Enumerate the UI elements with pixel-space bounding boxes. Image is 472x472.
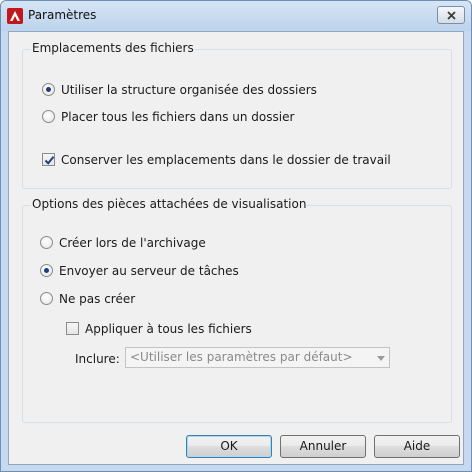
file-locations-group: Emplacements des fichiers Utiliser la st… bbox=[22, 41, 452, 189]
radio-button[interactable] bbox=[40, 292, 53, 305]
radio-button[interactable] bbox=[42, 110, 55, 123]
close-icon bbox=[447, 11, 456, 20]
radio-do-not-create-label: Ne pas créer bbox=[59, 292, 136, 306]
radio-button-selected[interactable] bbox=[42, 83, 55, 96]
checkbox[interactable] bbox=[66, 322, 79, 335]
include-dropdown-value: <Utiliser les paramètres par défaut> bbox=[130, 350, 353, 364]
include-label: Inclure: bbox=[75, 352, 120, 366]
checkbox-apply-all-files-label: Appliquer à tous les fichiers bbox=[85, 322, 252, 336]
radio-button-selected[interactable] bbox=[40, 264, 53, 277]
cancel-button[interactable]: Annuler bbox=[280, 435, 366, 458]
radio-organized-structure-label: Utiliser la structure organisée des doss… bbox=[61, 83, 317, 97]
radio-button[interactable] bbox=[40, 236, 53, 249]
dialog-body: Emplacements des fichiers Utiliser la st… bbox=[8, 31, 464, 465]
checkbox-keep-locations-label: Conserver les emplacements dans le dossi… bbox=[61, 153, 391, 167]
include-dropdown[interactable]: <Utiliser les paramètres par défaut> bbox=[125, 347, 390, 368]
settings-dialog: Paramètres Emplacements des fichiers Uti… bbox=[0, 0, 472, 472]
radio-single-folder-label: Placer tous les fichiers dans un dossier bbox=[61, 110, 295, 124]
visualization-options-title: Options des pièces attachées de visualis… bbox=[31, 197, 308, 211]
close-button[interactable] bbox=[437, 6, 465, 24]
radio-create-on-checkin-label: Créer lors de l'archivage bbox=[59, 236, 206, 250]
chevron-down-icon bbox=[377, 356, 385, 361]
checkmark-icon bbox=[44, 156, 55, 165]
window-title: Paramètres bbox=[28, 8, 97, 22]
visualization-options-group: Options des pièces attachées de visualis… bbox=[22, 197, 452, 423]
ok-button[interactable]: OK bbox=[186, 435, 272, 458]
checkbox-checked[interactable] bbox=[42, 153, 55, 166]
title-bar[interactable]: Paramètres bbox=[1, 1, 471, 31]
file-locations-title: Emplacements des fichiers bbox=[31, 41, 195, 55]
autocad-app-icon bbox=[7, 8, 23, 24]
radio-send-to-job-server-label: Envoyer au serveur de tâches bbox=[59, 264, 239, 278]
help-button[interactable]: Aide bbox=[374, 435, 460, 458]
